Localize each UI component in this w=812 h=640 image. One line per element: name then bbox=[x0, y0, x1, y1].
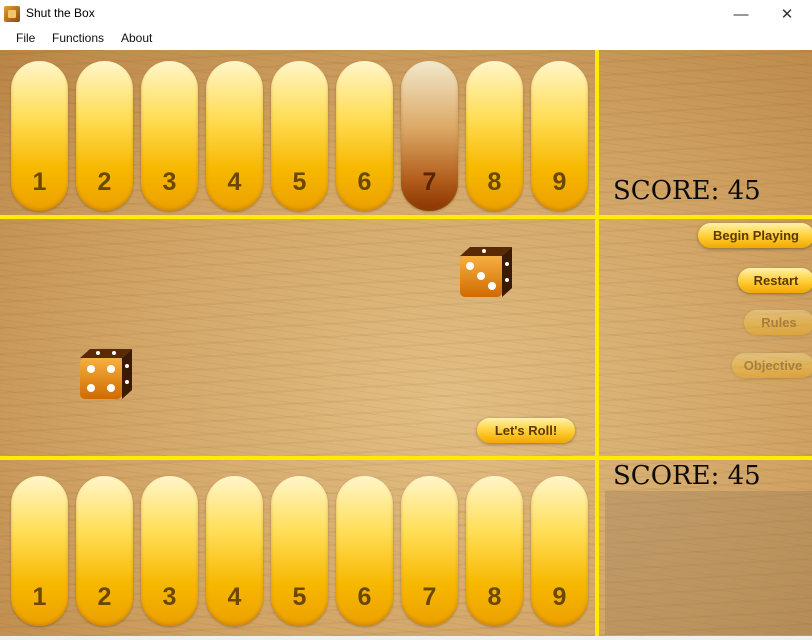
bottom-divider bbox=[0, 456, 812, 460]
tile-number: 6 bbox=[357, 583, 372, 611]
tile-number: 9 bbox=[552, 583, 567, 611]
tile-6[interactable]: 6 bbox=[336, 61, 393, 211]
menu-file[interactable]: File bbox=[16, 31, 35, 45]
tile-9[interactable]: 9 bbox=[531, 476, 588, 626]
tile-number: 7 bbox=[422, 583, 437, 611]
tile-number: 9 bbox=[552, 168, 567, 196]
menu-bar: File Functions About bbox=[0, 28, 812, 50]
tile-4[interactable]: 4 bbox=[206, 61, 263, 211]
tile-3[interactable]: 3 bbox=[141, 476, 198, 626]
tile-number: 5 bbox=[292, 168, 307, 196]
tile-number: 3 bbox=[162, 583, 177, 611]
status-bar bbox=[0, 636, 812, 640]
window-title: Shut the Box bbox=[26, 6, 95, 20]
restart-button[interactable]: Restart bbox=[738, 268, 812, 293]
minimize-button[interactable]: — bbox=[718, 0, 764, 28]
bottom-score: SCORE: 45 bbox=[613, 461, 761, 491]
tile-number: 1 bbox=[32, 583, 47, 611]
tile-number: 7 bbox=[422, 168, 437, 196]
tile-number: 3 bbox=[162, 168, 177, 196]
tile-number: 6 bbox=[357, 168, 372, 196]
tile-8[interactable]: 8 bbox=[466, 476, 523, 626]
game-board: 123456789 123456789 SCORE: 45 SCORE: 45 … bbox=[0, 50, 812, 638]
tile-number: 2 bbox=[97, 168, 112, 196]
tile-1[interactable]: 1 bbox=[11, 476, 68, 626]
top-score: SCORE: 45 bbox=[613, 176, 761, 206]
tile-1[interactable]: 1 bbox=[11, 61, 68, 211]
objective-button[interactable]: Objective bbox=[732, 353, 812, 378]
tile-number: 2 bbox=[97, 583, 112, 611]
tile-2[interactable]: 2 bbox=[76, 61, 133, 211]
tile-9[interactable]: 9 bbox=[531, 61, 588, 211]
close-button[interactable]: ✕ bbox=[764, 0, 810, 28]
tile-2[interactable]: 2 bbox=[76, 476, 133, 626]
tile-number: 5 bbox=[292, 583, 307, 611]
tile-6[interactable]: 6 bbox=[336, 476, 393, 626]
title-bar: Shut the Box — ✕ bbox=[0, 0, 812, 28]
roll-button[interactable]: Let's Roll! bbox=[477, 418, 575, 443]
tile-number: 8 bbox=[487, 168, 502, 196]
rules-button[interactable]: Rules bbox=[744, 310, 812, 335]
tile-8[interactable]: 8 bbox=[466, 61, 523, 211]
tile-number: 1 bbox=[32, 168, 47, 196]
tile-number: 4 bbox=[227, 168, 242, 196]
tile-3[interactable]: 3 bbox=[141, 61, 198, 211]
begin-playing-button[interactable]: Begin Playing bbox=[698, 223, 812, 248]
tile-number: 4 bbox=[227, 583, 242, 611]
tile-7[interactable]: 7 bbox=[401, 61, 458, 211]
tile-5[interactable]: 5 bbox=[271, 61, 328, 211]
tile-4[interactable]: 4 bbox=[206, 476, 263, 626]
die-four-icon bbox=[80, 349, 132, 399]
tile-5[interactable]: 5 bbox=[271, 476, 328, 626]
app-icon bbox=[4, 6, 20, 22]
vertical-divider bbox=[595, 50, 599, 638]
tile-number: 8 bbox=[487, 583, 502, 611]
top-divider bbox=[0, 215, 812, 219]
score-panel bbox=[605, 491, 812, 635]
die-three-icon bbox=[460, 247, 512, 297]
tile-7[interactable]: 7 bbox=[401, 476, 458, 626]
menu-about[interactable]: About bbox=[121, 31, 152, 45]
menu-functions[interactable]: Functions bbox=[52, 31, 104, 45]
